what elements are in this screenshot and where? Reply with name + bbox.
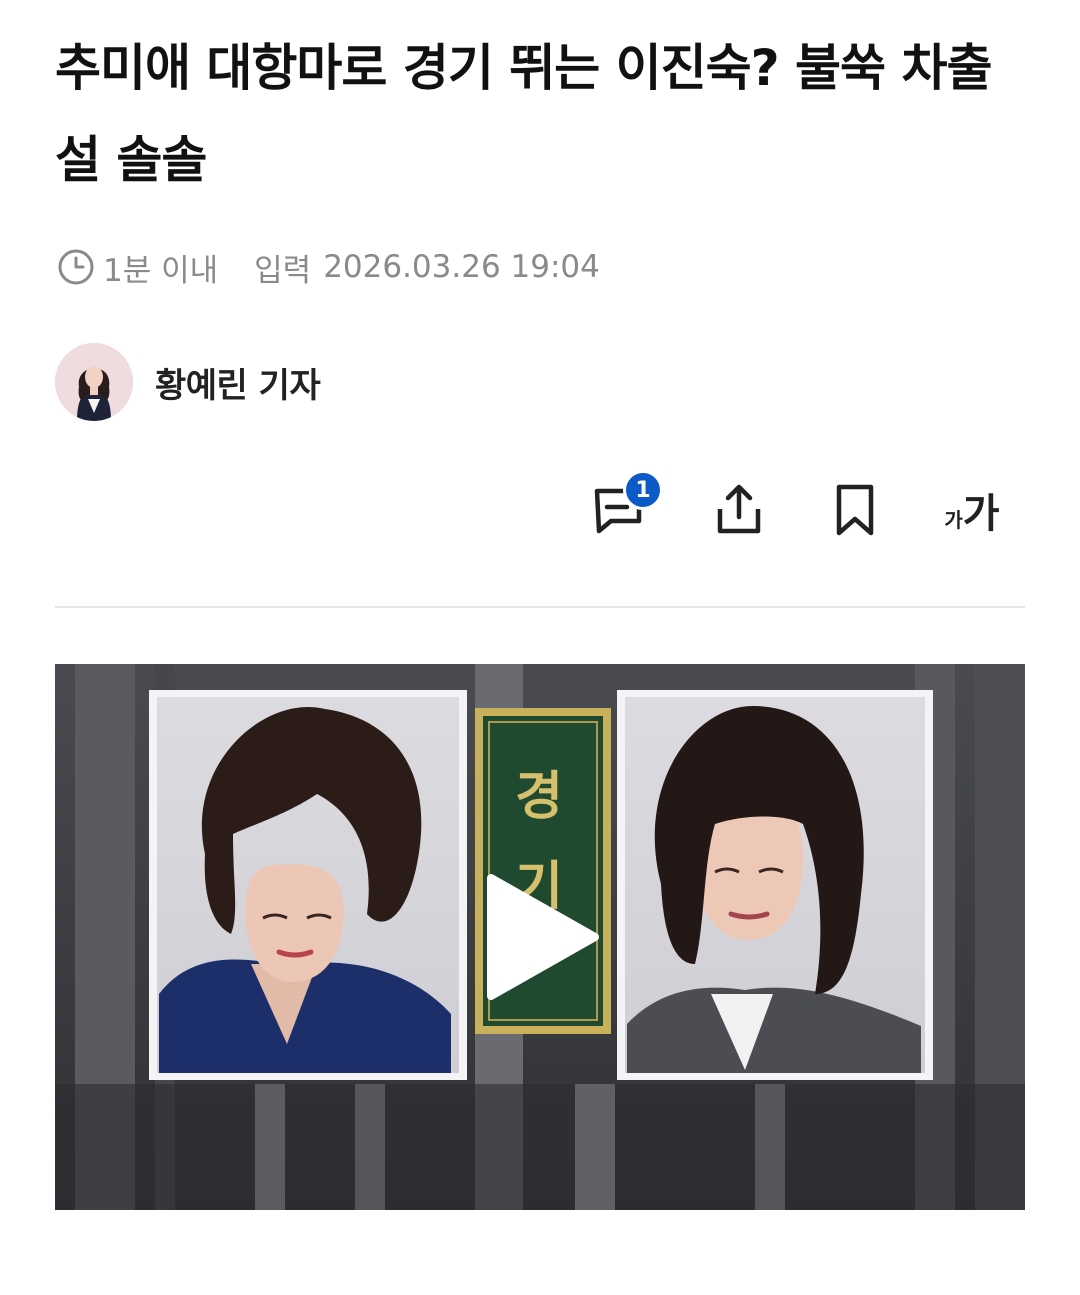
avatar-image: [55, 343, 133, 421]
input-datetime: 2026.03.26 19:04: [323, 249, 600, 285]
share-button[interactable]: [704, 470, 774, 550]
divider: [55, 606, 1025, 608]
font-size-button[interactable]: 가가: [932, 470, 1012, 550]
article-meta: 1분 이내 입력 2026.03.26 19:04: [57, 245, 600, 289]
author-byline[interactable]: 황예린 기자: [55, 343, 321, 421]
font-size-icon: 가가: [944, 481, 999, 539]
article-toolbar: 1 가가: [0, 470, 1080, 550]
comment-count-badge: 1: [623, 470, 663, 510]
author-name[interactable]: 황예린 기자: [155, 358, 321, 407]
video-thumbnail: 경기: [55, 664, 1025, 1210]
input-label: 입력: [254, 252, 312, 289]
video-player[interactable]: 경기: [55, 664, 1025, 1210]
read-time: 1분 이내: [103, 252, 219, 289]
bookmark-button[interactable]: [820, 470, 890, 550]
clock-icon: [58, 249, 94, 285]
comment-button[interactable]: 1: [583, 470, 663, 550]
font-size-small-label: 가: [944, 508, 963, 532]
font-size-large-label: 가: [962, 491, 1000, 537]
avatar[interactable]: [55, 343, 133, 421]
bookmark-icon: [836, 484, 874, 536]
share-icon: [717, 484, 761, 534]
article-headline: 추미애 대항마로 경기 뛰는 이진숙? 불쑥 차출설 솔솔: [55, 39, 992, 189]
